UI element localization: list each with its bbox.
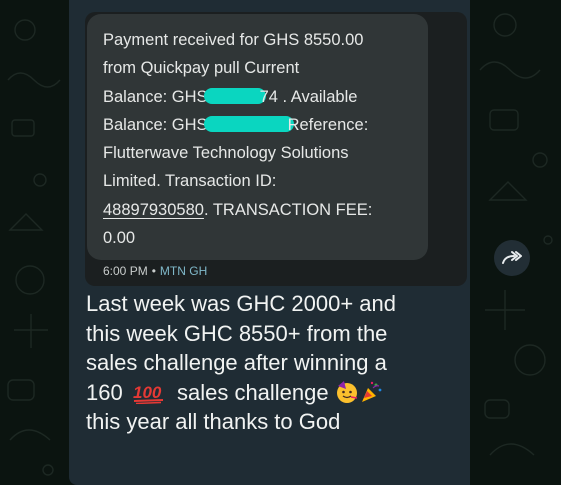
caption-line: 160 100 sales challenge [86, 378, 466, 408]
caption-line: sales challenge after winning a [86, 350, 387, 375]
forward-button[interactable] [494, 240, 530, 276]
party-popper-icon [361, 381, 382, 402]
sms-line: Payment received for GHS 8550.00 [103, 31, 364, 49]
hundred-points-icon: 100 [133, 383, 163, 404]
svg-text:100: 100 [133, 383, 162, 402]
sms-time: 6:00 PM [103, 264, 148, 278]
caption-line: this week GHC 8550+ from the [86, 320, 388, 346]
redaction-mark [203, 115, 294, 132]
partying-face-icon [336, 380, 357, 403]
sms-line: Flutterwave Technology Solutions [103, 144, 349, 163]
sms-line: from Quickpay pull Current [103, 59, 300, 78]
caption-line: this year all thanks to God [86, 409, 341, 434]
sms-text-part: 74 . Available [259, 87, 358, 106]
sms-line: Balance: GHS 74 . Available [103, 83, 413, 111]
sms-text-part: Reference: [287, 115, 369, 134]
sms-line: Balance: GHS Reference: [103, 111, 413, 139]
sms-meta: 6:00 PM • MTN GH [103, 264, 207, 278]
caption-line: Last week was GHC 2000+ and [86, 291, 397, 316]
redaction-mark [203, 87, 266, 104]
meta-separator: • [151, 264, 156, 278]
sms-line: Limited. Transaction ID: [103, 172, 277, 191]
caption-text-part: 160 [86, 379, 123, 405]
sms-text-part: . TRANSACTION FEE: [203, 200, 373, 219]
sms-line: 0.00 [103, 229, 136, 248]
sms-body: Payment received for GHS 8550.00 from Qu… [103, 26, 413, 252]
forward-arrow-icon [502, 251, 522, 264]
sms-line: 48897930580. TRANSACTION FEE: [103, 196, 413, 224]
sms-text-part: Balance: GHS [103, 87, 208, 106]
message-caption: Last week was GHC 2000+ and this week GH… [86, 289, 466, 437]
sim-label: MTN GH [159, 264, 208, 278]
sms-text-part: Balance: GHS [103, 115, 208, 134]
transaction-id-link[interactable]: 48897930580 [103, 201, 204, 219]
caption-text-part: sales challenge [176, 379, 329, 405]
